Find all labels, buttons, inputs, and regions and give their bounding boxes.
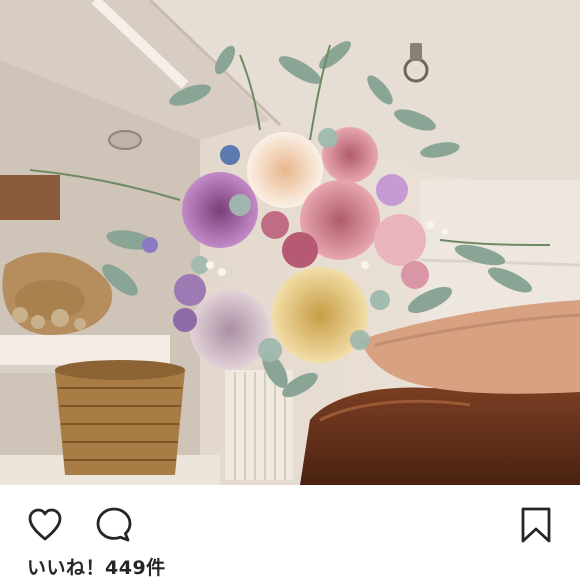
instagram-post: いいね！449件 [0,0,580,580]
comment-button[interactable] [94,505,134,545]
speech-bubble-icon [96,507,132,542]
heart-icon [28,508,62,541]
bookmark-icon [521,507,551,543]
save-button[interactable] [516,505,556,545]
post-photo [0,0,580,485]
like-button[interactable] [25,505,65,545]
likes-count[interactable]: いいね！449件 [27,556,166,580]
post-action-bar [0,485,580,555]
